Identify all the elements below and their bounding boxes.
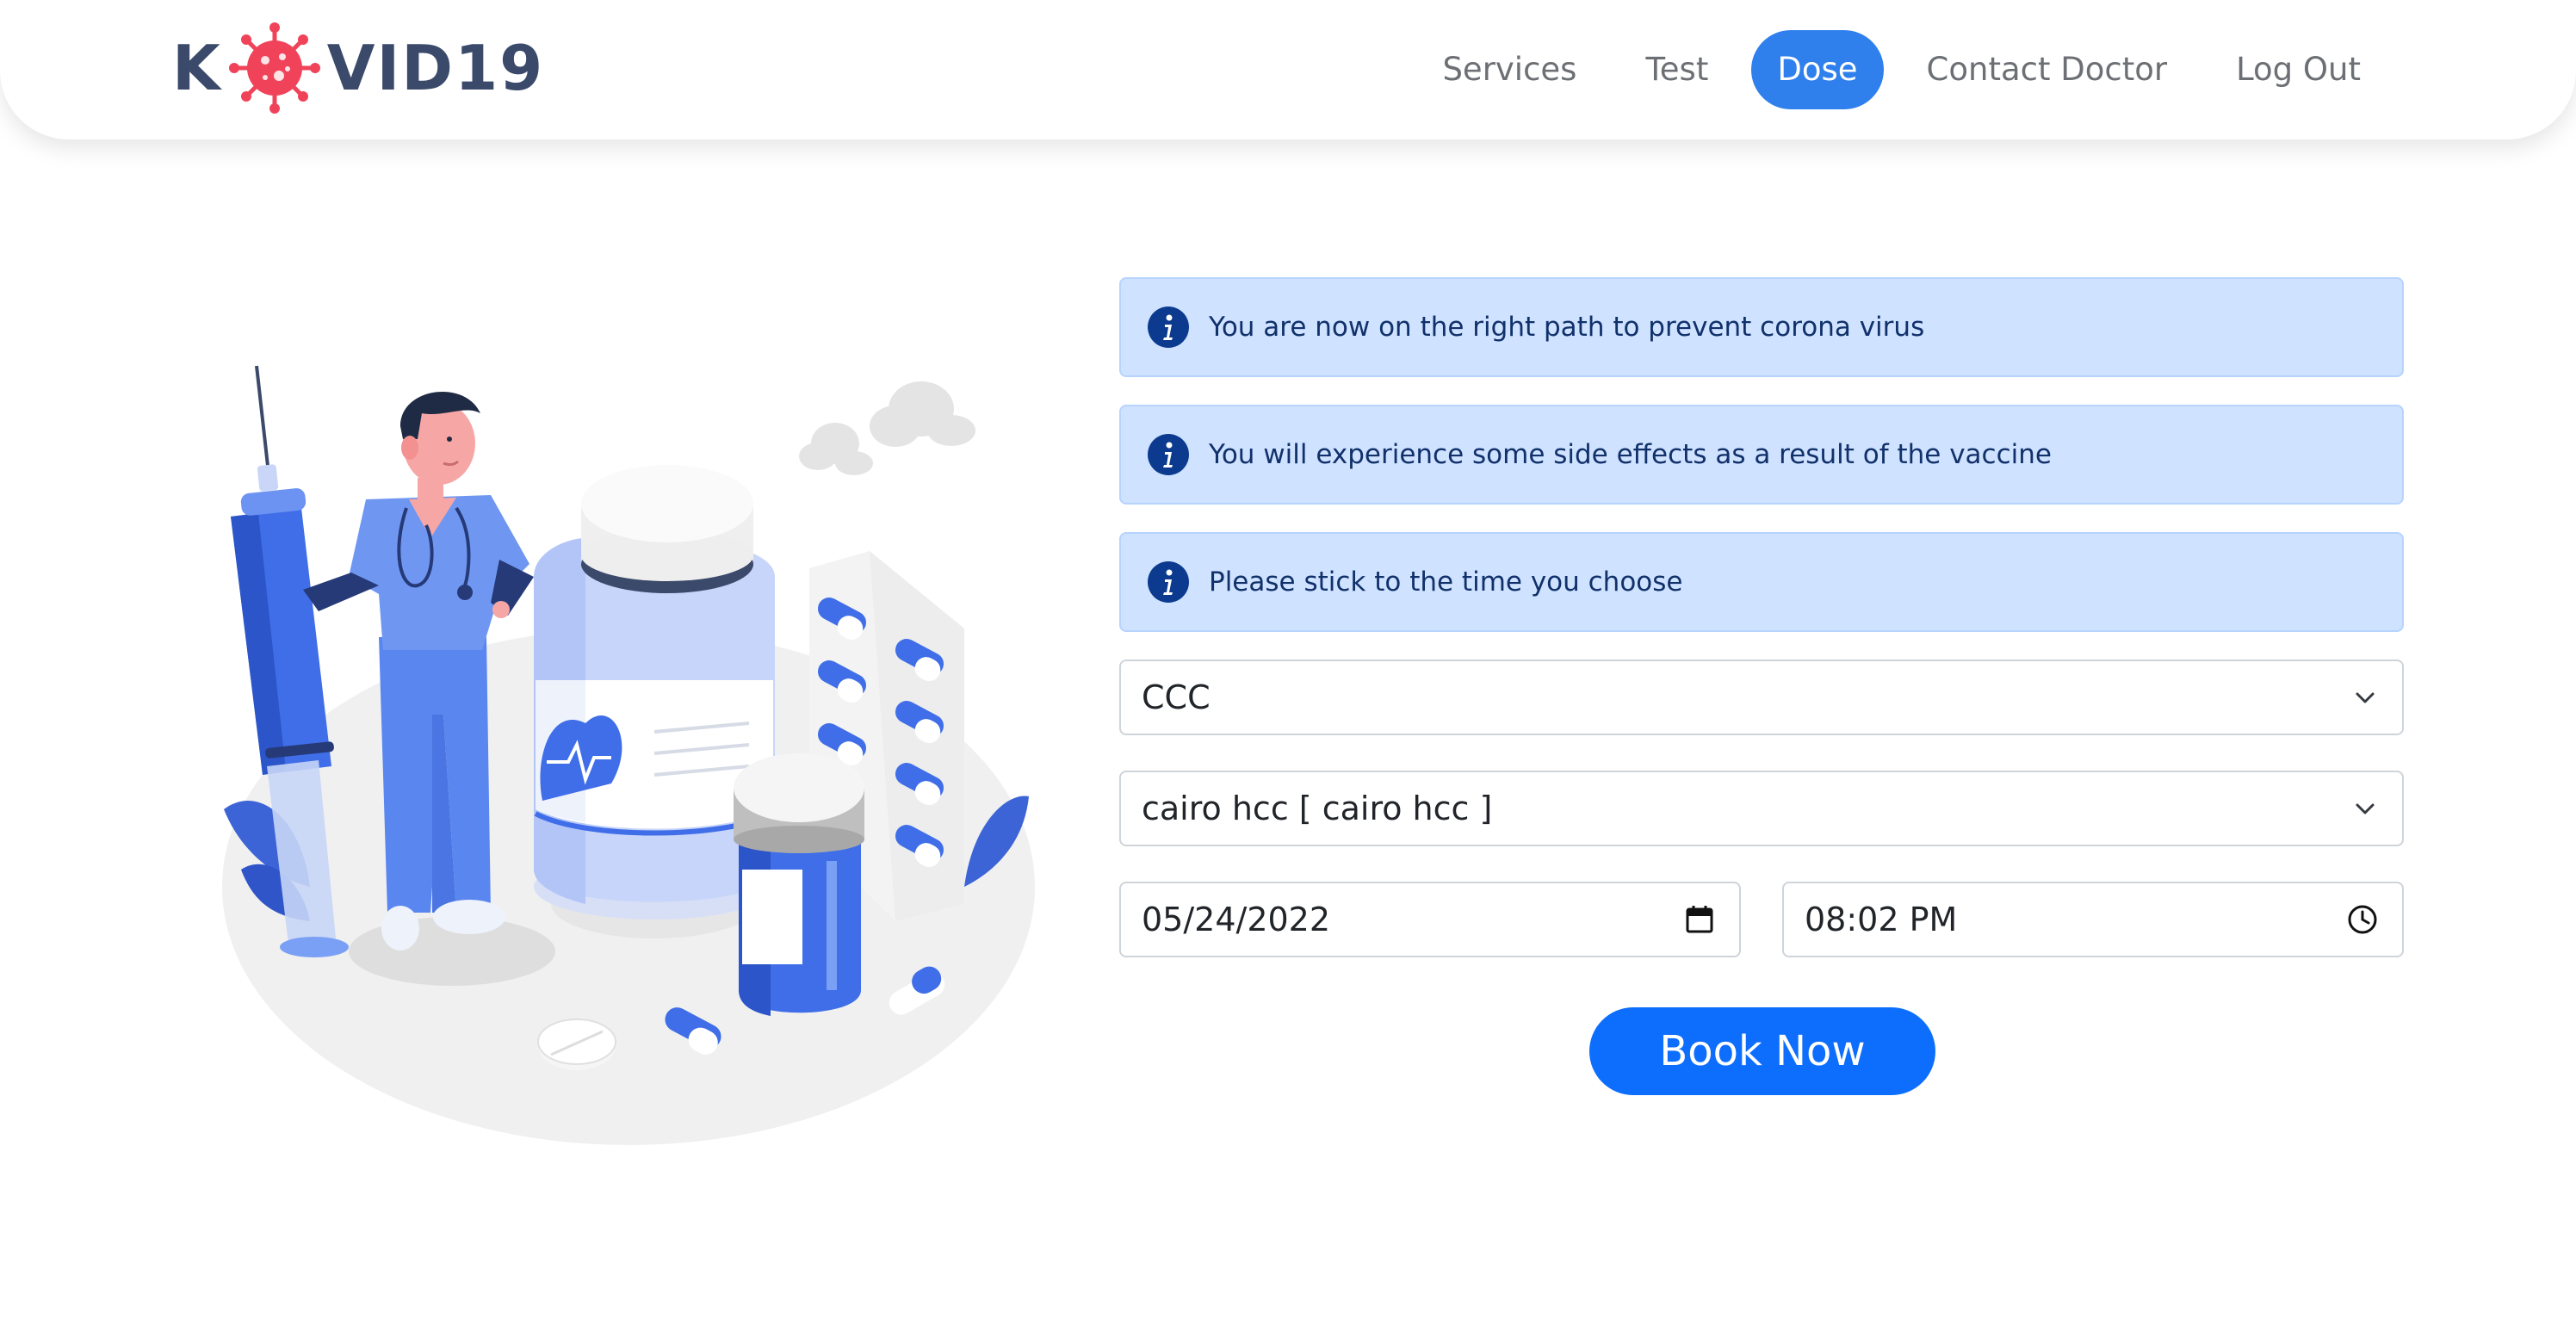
alert-text: Please stick to the time you choose <box>1209 567 1683 598</box>
first-select-value: CCC <box>1142 678 1211 716</box>
first-select[interactable]: CCC <box>1119 660 2404 735</box>
info-icon <box>1148 307 1189 348</box>
info-icon <box>1148 561 1189 603</box>
date-value: 05/24/2022 <box>1142 901 1331 938</box>
navbar: K VID19 Services Test Dose Contact Docto… <box>0 0 2576 139</box>
clock-icon[interactable] <box>2345 902 2380 937</box>
time-value: 08:02 PM <box>1805 901 1958 938</box>
doctor-vaccine-illustration <box>222 365 1035 1145</box>
nav-item-log-out[interactable]: Log Out <box>2210 30 2387 109</box>
info-icon <box>1148 434 1189 475</box>
virus-icon <box>228 22 320 114</box>
nav-item-dose[interactable]: Dose <box>1751 30 1884 109</box>
logo-text-right: VID19 <box>326 32 545 104</box>
alert-text: You will experience some side effects as… <box>1209 439 2052 470</box>
logo-text-left: K <box>172 32 222 104</box>
calendar-icon[interactable] <box>1682 902 1717 937</box>
date-input[interactable]: 05/24/2022 <box>1119 882 1741 957</box>
time-input[interactable]: 08:02 PM <box>1782 882 2404 957</box>
info-alert: You will experience some side effects as… <box>1119 405 2404 505</box>
chevron-down-icon <box>2356 692 2375 703</box>
nav-item-services[interactable]: Services <box>1416 30 1602 109</box>
center-select-value: cairo hcc [ cairo hcc ] <box>1142 790 1493 827</box>
book-now-button[interactable]: Book Now <box>1589 1007 1935 1095</box>
nav-item-contact-doctor[interactable]: Contact Doctor <box>1901 30 2194 109</box>
brand-logo[interactable]: K VID19 <box>172 21 544 115</box>
center-select[interactable]: cairo hcc [ cairo hcc ] <box>1119 771 2404 846</box>
chevron-down-icon <box>2356 803 2375 814</box>
info-alert: You are now on the right path to prevent… <box>1119 277 2404 377</box>
info-alert: Please stick to the time you choose <box>1119 532 2404 632</box>
nav-links: Services Test Dose Contact Doctor Log Ou… <box>1399 29 2387 110</box>
booking-form: You are now on the right path to prevent… <box>1119 277 2404 1095</box>
nav-item-test[interactable]: Test <box>1619 30 1734 109</box>
alert-text: You are now on the right path to prevent… <box>1209 312 1925 343</box>
date-time-row: 05/24/2022 08:02 PM <box>1119 882 2404 957</box>
